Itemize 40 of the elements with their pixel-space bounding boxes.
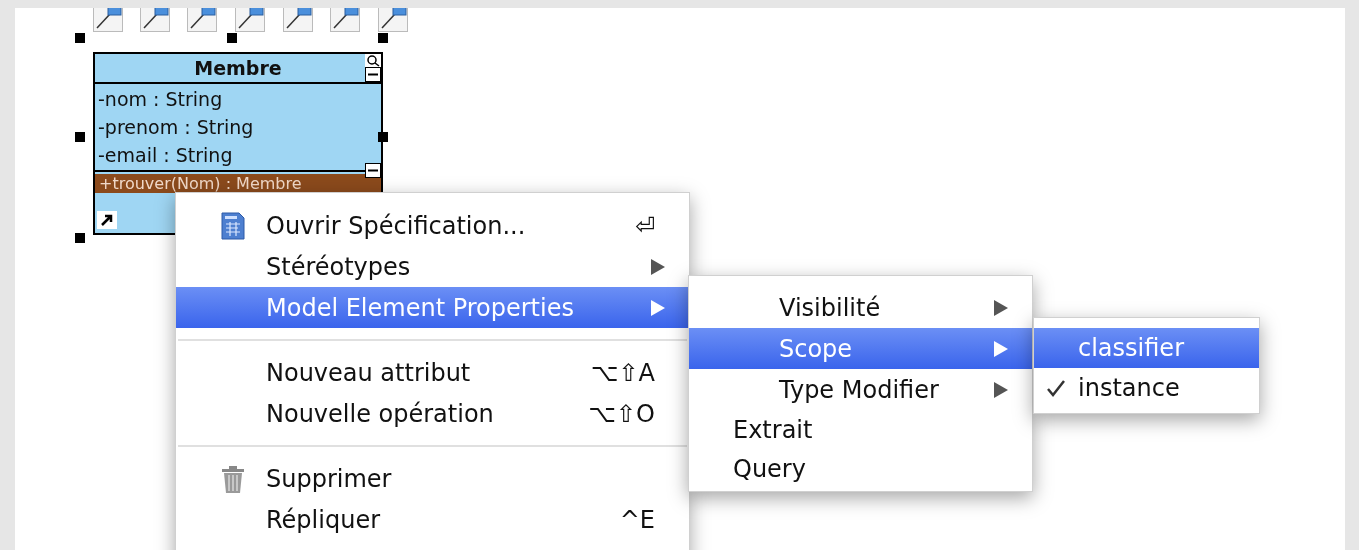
connector-tool-icon[interactable] <box>283 8 313 32</box>
menu-item[interactable]: Query <box>689 449 1032 488</box>
connector-tool-icon[interactable] <box>378 8 408 32</box>
selection-handle[interactable] <box>75 233 85 243</box>
connector-tool-icon[interactable] <box>330 8 360 32</box>
menu-item[interactable]: Scope <box>689 328 1032 369</box>
connector-tool-icon[interactable] <box>187 8 217 32</box>
menu-item[interactable]: Stéréotypes <box>176 246 689 287</box>
collapse-icon[interactable] <box>365 163 381 178</box>
shortcut-text: ⌥⇧A <box>590 358 655 387</box>
selection-handle[interactable] <box>75 33 85 43</box>
attribute-text: -email : String <box>98 143 233 168</box>
operation-text[interactable]: +trouver(Nom) : Membre <box>95 174 381 193</box>
trash-icon <box>220 463 246 494</box>
connector-tool-icon[interactable] <box>93 8 123 32</box>
connector-tool-icon[interactable] <box>140 8 170 32</box>
class-name: Membre <box>194 57 282 79</box>
shortcut-text: ⌥⇧O <box>588 399 655 428</box>
collapse-icon[interactable] <box>365 67 381 82</box>
selection-handle[interactable] <box>227 33 237 43</box>
menu-item[interactable]: Model Element Properties <box>176 287 689 328</box>
magnifier-icon[interactable] <box>365 54 381 67</box>
shortcut-text: ⏎ <box>634 211 655 240</box>
document-icon <box>220 211 246 240</box>
menu-item[interactable]: Extrait <box>689 410 1032 449</box>
connector-tool-icon[interactable] <box>235 8 265 32</box>
attribute-text: -prenom : String <box>98 115 254 140</box>
selection-handle[interactable] <box>378 132 388 142</box>
menu-item[interactable]: Visibilité <box>689 287 1032 328</box>
selection-handle[interactable] <box>75 132 85 142</box>
menu-item[interactable]: Répliquer ^E <box>176 499 689 540</box>
shortcut-text: ^E <box>619 505 655 534</box>
selection-handle[interactable] <box>378 33 388 43</box>
attribute-text: -nom : String <box>98 87 223 112</box>
menu-item[interactable]: classifier <box>1034 328 1259 368</box>
menu-item[interactable]: Nouvelle opération ⌥⇧O <box>176 393 689 434</box>
menu-item[interactable]: instance <box>1034 368 1259 408</box>
menu-item[interactable]: Nouveau attribut ⌥⇧A <box>176 352 689 393</box>
menu-item[interactable]: Supprimer <box>176 458 689 499</box>
menu-item[interactable]: Type Modifier <box>689 369 1032 410</box>
